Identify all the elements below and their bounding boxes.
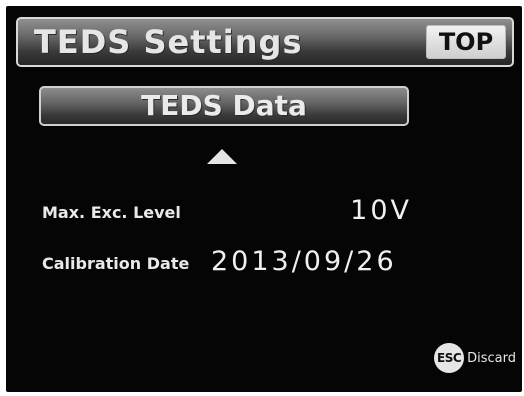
title-bar: TEDS Settings TOP [16, 17, 514, 67]
calibration-date-value: 2013/09/26 [211, 246, 397, 277]
teds-data-button[interactable]: TEDS Data [39, 86, 409, 126]
top-button[interactable]: TOP [426, 25, 506, 59]
device-screen: TEDS Settings TOP TEDS Data Max. Exc. Le… [6, 6, 522, 392]
discard-button[interactable]: ESC Discard [434, 342, 516, 374]
max-exc-level-label: Max. Exc. Level [42, 203, 181, 222]
triangle-up-icon[interactable] [207, 149, 237, 164]
max-exc-level-value: 10V [350, 195, 412, 226]
esc-icon: ESC [434, 343, 465, 373]
discard-label: Discard [467, 350, 516, 366]
page-title: TEDS Settings [34, 23, 303, 61]
calibration-date-label: Calibration Date [42, 254, 190, 273]
